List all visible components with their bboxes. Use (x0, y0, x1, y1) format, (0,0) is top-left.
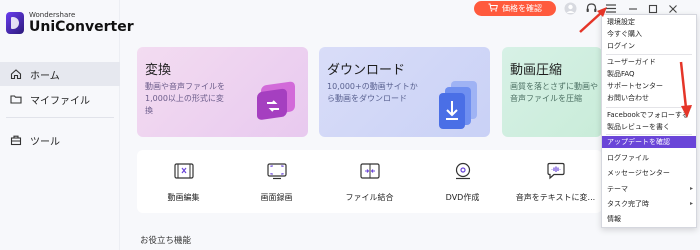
video-edit-icon (174, 163, 194, 179)
tools-row: 動画編集 画面録画 ファイル結合 DVD作成 音声をテキストに変... (137, 150, 602, 213)
card-compress[interactable]: 動画圧縮 画質を落とさずに動画や 音声ファイルを圧縮 (502, 47, 602, 137)
annotation-arrow-icon (679, 61, 692, 118)
download-illustration-icon (439, 81, 477, 129)
sidebar-divider (6, 117, 114, 118)
menu-item-write-review[interactable]: 製品レビューを書く (602, 121, 696, 133)
menu-item-theme[interactable]: テーマ ▸ (602, 183, 696, 195)
sidebar-item-label: ホーム (30, 70, 60, 82)
tool-label: 動画編集 (167, 193, 200, 202)
card-description: 画質を落とさずに動画や 音声ファイルを圧縮 (510, 82, 598, 103)
tool-dvd-create[interactable]: DVD作成 (416, 150, 509, 213)
brand-small-label: Wondershare (29, 11, 76, 19)
menu-item-login[interactable]: ログイン (602, 40, 696, 52)
menu-item-log-file[interactable]: ログファイル (602, 152, 696, 164)
card-download[interactable]: ダウンロード 10,000+の動画サイトか ら動画をダウンロード (319, 47, 490, 137)
tool-file-merge[interactable]: ファイル結合 (323, 150, 416, 213)
tool-label: DVD作成 (445, 193, 480, 202)
menu-item-check-update[interactable]: アップデートを確認 (602, 136, 696, 148)
toolbox-icon (10, 134, 22, 146)
annotation-arrow-icon (579, 7, 607, 33)
submenu-arrow-icon: ▸ (689, 185, 693, 192)
menu-item-buy-now[interactable]: 今すぐ購入 (602, 28, 696, 40)
tool-label: ファイル結合 (345, 193, 394, 202)
speech-to-text-icon (547, 162, 565, 180)
brand-name: UniConverter (29, 19, 134, 35)
main-menu-dropdown: 環境設定 今すぐ購入 ログイン ユーザーガイド 製品FAQ サポートセンター お… (601, 14, 697, 228)
card-description: 動画や音声ファイルを 1,000以上の形式に変 換 (145, 82, 225, 115)
card-title: 変換 (145, 63, 172, 78)
card-convert[interactable]: 変換 動画や音声ファイルを 1,000以上の形式に変 換 (137, 47, 308, 137)
sidebar: Wondershare UniConverter ホーム マイファイル ツール (0, 0, 134, 250)
menu-item-message-center[interactable]: メッセージセンター (602, 167, 696, 179)
menu-item-label: タスク完了時 (607, 200, 649, 208)
app-logo: Wondershare UniConverter (6, 12, 134, 34)
tool-video-edit[interactable]: 動画編集 (137, 150, 230, 213)
buy-button-label: 価格を確認 (502, 4, 542, 13)
menu-divider (606, 54, 692, 55)
cart-icon (488, 3, 498, 14)
convert-illustration-icon (257, 81, 295, 120)
dvd-icon (455, 162, 471, 180)
submenu-arrow-icon: ▸ (689, 200, 693, 207)
menu-item-about[interactable]: 情報 (602, 213, 696, 225)
tool-screen-record[interactable]: 画面録画 (230, 150, 323, 213)
tool-speech-to-text[interactable]: 音声をテキストに変... (509, 150, 602, 213)
home-icon (10, 68, 22, 80)
sidebar-item-tools[interactable]: ツール (0, 128, 120, 152)
card-description: 10,000+の動画サイトか ら動画をダウンロード (327, 82, 418, 103)
folder-icon (10, 93, 22, 105)
card-title: 動画圧縮 (510, 63, 563, 78)
screen-record-icon (267, 163, 287, 180)
sidebar-item-my-files[interactable]: マイファイル (0, 87, 120, 111)
uniconverter-logo-icon (6, 12, 24, 34)
file-merge-icon (360, 163, 380, 179)
card-title: ダウンロード (327, 63, 406, 78)
menu-item-label: テーマ (607, 185, 628, 193)
section-label-useful-features: お役立ち機能 (140, 236, 192, 246)
sidebar-item-label: マイファイル (30, 95, 90, 107)
buy-button[interactable]: 価格を確認 (474, 1, 556, 16)
menu-divider (606, 134, 692, 135)
tool-label: 音声をテキストに変... (515, 193, 596, 202)
sidebar-item-home[interactable]: ホーム (0, 62, 120, 86)
menu-item-preferences[interactable]: 環境設定 (602, 16, 696, 28)
sidebar-item-label: ツール (30, 136, 60, 148)
menu-item-on-task-complete[interactable]: タスク完了時 ▸ (602, 198, 696, 210)
tool-label: 画面録画 (260, 193, 293, 202)
